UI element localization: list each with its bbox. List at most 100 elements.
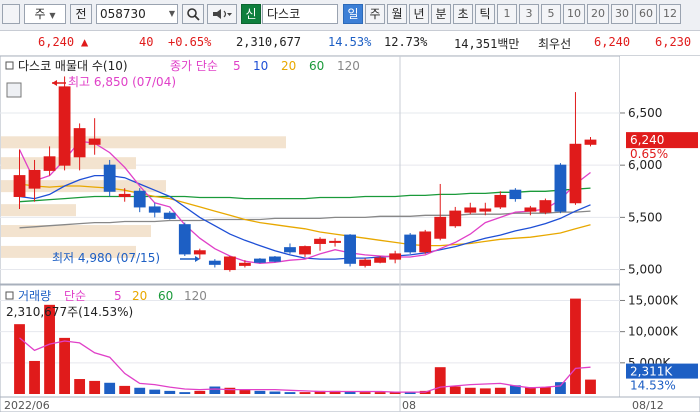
candle-body	[344, 234, 356, 264]
change-rate: +0.65%	[168, 35, 212, 49]
volume-legend-period: 120	[184, 289, 207, 303]
candle-body	[554, 164, 567, 212]
volume-axis-label: 15,000K	[628, 293, 679, 307]
volume-bar	[464, 387, 476, 394]
trade-amount: 14,351백만	[454, 37, 520, 51]
period-tab-5[interactable]: 초	[453, 4, 473, 24]
candle-body	[329, 240, 341, 243]
time-label: 08/12	[632, 399, 664, 412]
interval-button-0[interactable]: 1	[497, 4, 517, 24]
volume-bar	[269, 391, 281, 394]
candle-body	[389, 253, 402, 260]
legend-box-icon[interactable]	[5, 61, 14, 70]
candle-body	[314, 238, 326, 244]
preferred-label: 최우선	[538, 37, 572, 51]
turnover-rate: 12.73%	[384, 35, 428, 49]
interval-button-2[interactable]: 5	[541, 4, 561, 24]
price-legend-period: 5	[233, 59, 241, 73]
candle-body	[13, 175, 26, 197]
volume-bar	[585, 379, 596, 394]
volume-bar	[119, 385, 131, 394]
period-tab-1[interactable]: 주	[365, 4, 385, 24]
up-triangle-icon: ▲	[81, 35, 89, 49]
chart-type-select[interactable]: 주 ▼	[24, 4, 66, 24]
volume-bar	[284, 392, 296, 394]
volume-bar	[254, 390, 266, 394]
chevron-down-icon[interactable]: ▼	[169, 5, 175, 23]
candle-body	[58, 86, 71, 166]
candle-body	[584, 139, 597, 145]
time-label: 08	[402, 399, 416, 412]
candle-body	[193, 250, 206, 255]
candle-body	[284, 247, 296, 253]
price-axis-label: 6,500	[628, 106, 662, 120]
stock-code-input[interactable]: 058730 ▼	[96, 4, 178, 24]
interval-button-4[interactable]: 20	[587, 4, 609, 24]
volume-bar	[449, 386, 461, 394]
volume-bar	[434, 367, 446, 394]
volume-bar	[179, 392, 191, 394]
volume-legend-ma: 단순	[64, 289, 86, 303]
candle-body	[238, 262, 251, 266]
volume-legend-period: 60	[158, 289, 173, 303]
volume-bar	[209, 386, 221, 394]
menu-button[interactable]	[2, 4, 20, 24]
volume-bar	[74, 379, 86, 394]
interval-button-7[interactable]: 12	[659, 4, 681, 24]
volume-bar	[494, 387, 506, 394]
volume-value-note: 2,310,677주(14.53%)	[6, 305, 133, 319]
interval-button-3[interactable]: 10	[563, 4, 585, 24]
volume-bar	[299, 392, 311, 394]
candle-body	[374, 257, 387, 263]
period-tab-4[interactable]: 분	[431, 4, 451, 24]
speaker-icon[interactable]	[207, 4, 237, 24]
interval-button-6[interactable]: 60	[635, 4, 657, 24]
volume-bar	[59, 337, 70, 394]
candle-body	[479, 208, 492, 212]
interval-button-1[interactable]: 3	[519, 4, 539, 24]
stock-name-field[interactable]: 다스코	[262, 4, 338, 24]
volume-axis-label: 10,000K	[628, 325, 679, 339]
volume-bar	[540, 387, 551, 394]
candle-body	[88, 138, 101, 145]
time-label: 2022/06	[4, 399, 50, 412]
new-stock-badge[interactable]: 신	[241, 4, 261, 24]
candle-body	[539, 200, 552, 213]
candle-body	[404, 234, 417, 253]
volume-legend-period: 20	[132, 289, 147, 303]
volume-bar	[104, 382, 116, 394]
period-tab-2[interactable]: 월	[387, 4, 407, 24]
stock-chart[interactable]: 6,5006,0005,5005,00015,000K10,000K5,000K…	[0, 56, 700, 412]
candle-body	[118, 193, 131, 197]
price-legend-name: 다스코 매물대 수(10)	[18, 59, 128, 73]
period-tab-0[interactable]: 일	[343, 4, 363, 24]
volume-profile-bar	[1, 204, 76, 217]
price-legend-period: 20	[281, 59, 296, 73]
candle-body	[133, 190, 146, 208]
current-volume-tag-text: 2,311K	[630, 365, 673, 379]
quote-bar: 6,240 ▲ 40 +0.65% 2,310,677 14.53% 12.73…	[0, 31, 700, 56]
search-icon[interactable]	[182, 4, 204, 24]
period-tab-6[interactable]: 틱	[475, 4, 495, 24]
interval-button-5[interactable]: 30	[611, 4, 633, 24]
candle-body	[299, 246, 311, 255]
chart-type-label: 주	[34, 7, 46, 21]
volume-bar	[89, 380, 101, 394]
grid-toggle-icon[interactable]	[6, 82, 22, 98]
volume-bar	[14, 324, 25, 394]
prev-button[interactable]: 전	[70, 4, 92, 24]
volume-profile-bar	[1, 136, 286, 149]
volume-legend-period: 5	[114, 289, 122, 303]
time-axis	[0, 396, 700, 412]
volume-legend-box-icon[interactable]	[5, 291, 14, 300]
stock-code-value: 058730	[100, 7, 146, 21]
trade-volume: 2,310,677	[236, 35, 302, 49]
current-price: 6,240	[38, 35, 75, 49]
candle-body	[178, 224, 191, 255]
volume-bar	[374, 392, 386, 394]
volume-bar	[149, 389, 161, 394]
volume-panel	[0, 284, 621, 398]
volume-rate-tag-text: 14.53%	[630, 379, 676, 393]
period-tab-3[interactable]: 년	[409, 4, 429, 24]
low-price-note: 최저 4,980 (07/15)	[52, 251, 160, 265]
